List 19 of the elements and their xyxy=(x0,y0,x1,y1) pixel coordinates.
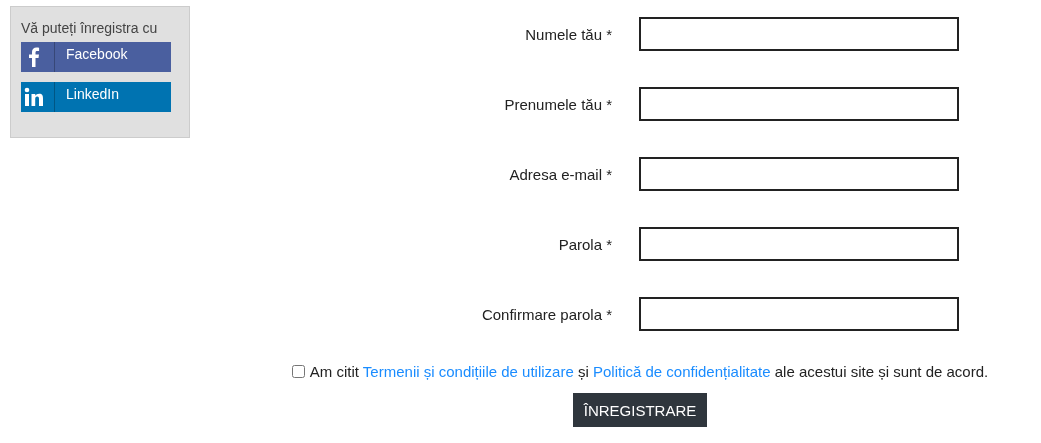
input-field[interactable] xyxy=(639,157,959,191)
input-field[interactable] xyxy=(639,87,959,121)
facebook-button[interactable]: Facebook xyxy=(21,42,171,72)
social-login-title: Vă puteți înregistra cu xyxy=(21,20,159,36)
input-field[interactable] xyxy=(639,297,959,331)
input-field[interactable] xyxy=(639,17,959,51)
field-label: Numele tău * xyxy=(524,25,612,43)
linkedin-button[interactable]: LinkedIn xyxy=(21,82,171,112)
input-field[interactable] xyxy=(639,227,959,261)
field-label: Prenumele tău * xyxy=(503,95,612,113)
field-label: Confirmare parola * xyxy=(480,305,612,323)
checkbox[interactable] xyxy=(291,365,305,378)
terms-link[interactable]: Termenii și condițiile de utilizare xyxy=(362,363,574,380)
terms-link[interactable]: Politică de confidențialitate xyxy=(592,363,771,380)
agreement-text: Am citit Termenii și condițiile de utilizare și Politică de confidențialitate ale acestui site și sunt de acord. xyxy=(309,363,989,380)
field-label: Adresa e-mail * xyxy=(508,165,612,183)
field-label: Parola * xyxy=(557,235,612,253)
register-button[interactable]: ÎNREGISTRARE xyxy=(572,393,708,427)
linkedin-icon xyxy=(24,87,44,107)
